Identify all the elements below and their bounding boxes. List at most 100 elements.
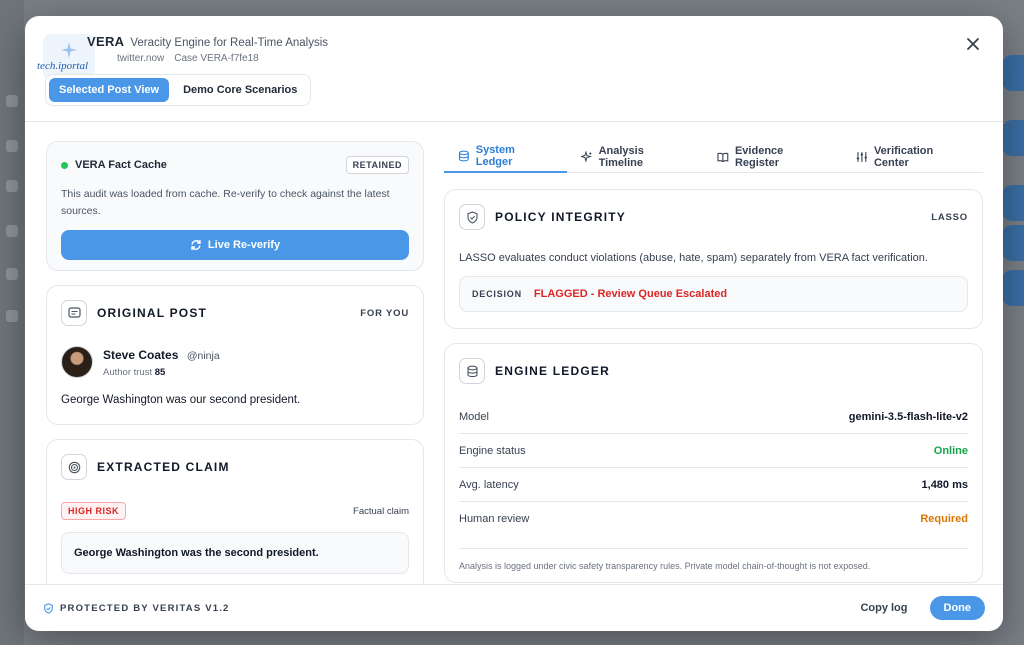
brand-name: VERA: [87, 34, 125, 49]
refresh-icon: [191, 239, 201, 251]
left-column: VERA Fact Cache RETAINED This audit was …: [46, 141, 424, 584]
ledger-row-engine-status: Engine status Online: [459, 434, 968, 468]
live-reverify-button[interactable]: Live Re-verify: [61, 230, 409, 260]
tab-label: Analysis Timeline: [598, 145, 644, 169]
decision-box: DECISION FLAGGED - Review Queue Escalate…: [459, 276, 968, 312]
tab-label: System Ledger: [475, 144, 515, 168]
database-icon: [458, 150, 469, 162]
right-column: System Ledger Analysis Timeline Evidence…: [444, 141, 983, 584]
view-toggle: Selected Post View Demo Core Scenarios: [45, 74, 312, 106]
policy-tag: LASSO: [931, 211, 968, 223]
case-id: Case VERA-f7fe18: [174, 53, 259, 64]
brand-line: VERA Veracity Engine for Real-Time Analy…: [87, 34, 328, 49]
close-icon: [967, 38, 979, 50]
ledger-value: Required: [920, 513, 968, 525]
cache-title-text: VERA Fact Cache: [75, 159, 167, 171]
protected-text: PROTECTED BY VERITAS V1.2: [60, 602, 230, 614]
engine-title: ENGINE LEDGER: [495, 364, 610, 378]
fact-cache-card: VERA Fact Cache RETAINED This audit was …: [46, 141, 424, 271]
post-text: George Washington was our second preside…: [61, 394, 301, 406]
tab-verification-center[interactable]: Verification Center: [842, 141, 983, 173]
tab-evidence-register[interactable]: Evidence Register: [703, 141, 842, 173]
tab-analysis-timeline[interactable]: Analysis Timeline: [567, 141, 703, 173]
risk-badge: HIGH RISK: [61, 502, 127, 520]
claim-text: George Washington was the second preside…: [61, 532, 409, 574]
ledger-key: Human review: [459, 513, 530, 525]
modal-header: tech.iportal VERA Veracity Engine for Re…: [25, 16, 1003, 122]
modal-body: VERA Fact Cache RETAINED This audit was …: [25, 123, 1003, 584]
original-post-title: ORIGINAL POST: [97, 306, 208, 320]
retained-badge: RETAINED: [345, 156, 409, 174]
author-handle[interactable]: @ninja: [187, 350, 220, 362]
ledger-key: Model: [459, 410, 489, 423]
book-open-icon: [717, 152, 729, 163]
tab-demo-core-scenarios[interactable]: Demo Core Scenarios: [173, 78, 307, 102]
ledger-rows: Model gemini-3.5-flash-lite-v2 Engine st…: [459, 400, 968, 536]
target-icon: [61, 454, 87, 480]
avatar[interactable]: [61, 346, 93, 378]
background-nav-icon: [6, 140, 18, 152]
ledger-row-human-review: Human review Required: [459, 502, 968, 536]
author-name[interactable]: Steve Coates: [103, 348, 178, 362]
engine-ledger-card: ENGINE LEDGER Model gemini-3.5-flash-lit…: [444, 343, 983, 583]
background-nav-icon: [6, 310, 18, 322]
copy-log-button[interactable]: Copy log: [852, 596, 915, 620]
cache-description: This audit was loaded from cache. Re-ver…: [61, 188, 390, 217]
background-nav-icon: [6, 268, 18, 280]
case-meta: twitter.now Case VERA-f7fe18: [117, 53, 259, 64]
ledger-tabs: System Ledger Analysis Timeline Evidence…: [444, 141, 983, 173]
ledger-value: Online: [933, 444, 968, 457]
policy-description: LASSO evaluates conduct violations (abus…: [459, 252, 928, 264]
background-action: [1002, 55, 1024, 91]
extracted-claim-card: EXTRACTED CLAIM HIGH RISK Factual claim …: [46, 439, 424, 584]
source-label: twitter.now: [117, 53, 165, 64]
ledger-row-latency: Avg. latency 1,480 ms: [459, 468, 968, 502]
background-action: [1002, 270, 1024, 306]
tab-label: Verification Center: [873, 145, 934, 169]
ledger-row-model: Model gemini-3.5-flash-lite-v2: [459, 400, 968, 434]
vera-modal: tech.iportal VERA Veracity Engine for Re…: [25, 16, 1003, 631]
background-nav-icon: [6, 180, 18, 192]
background-nav-icon: [6, 95, 18, 107]
author-trust: Author trust 85: [103, 367, 220, 378]
brand-subtitle: Veracity Engine for Real-Time Analysis: [130, 37, 329, 49]
cache-title: VERA Fact Cache: [61, 159, 167, 171]
tab-selected-post-view[interactable]: Selected Post View: [49, 78, 170, 102]
background-action: [1002, 185, 1024, 221]
policy-integrity-card: POLICY INTEGRITY LASSO LASSO evaluates c…: [444, 189, 983, 329]
tab-label: Evidence Register: [734, 145, 784, 169]
decision-label: DECISION: [472, 289, 522, 299]
sparkle-icon: [61, 42, 77, 58]
feed-tag: FOR YOU: [360, 307, 409, 319]
status-dot-icon: [61, 161, 68, 169]
author-trust-label: Author trust: [103, 367, 153, 378]
database-icon: [459, 358, 485, 384]
done-button[interactable]: Done: [929, 596, 985, 620]
background-action: [1002, 120, 1024, 156]
ledger-value: 1,480 ms: [921, 478, 968, 491]
ledger-value: gemini-3.5-flash-lite-v2: [848, 410, 968, 423]
extracted-claim-title: EXTRACTED CLAIM: [97, 460, 230, 474]
original-post-card: ORIGINAL POST FOR YOU Steve Coates @ninj…: [46, 285, 424, 425]
modal-footer: PROTECTED BY VERITAS V1.2 Copy log Done: [25, 584, 1003, 631]
tab-system-ledger[interactable]: System Ledger: [444, 141, 567, 173]
shield-check-icon: [44, 602, 53, 614]
watermark: tech.iportal: [37, 60, 89, 72]
background-sidebar: [0, 0, 24, 645]
close-button[interactable]: [963, 34, 983, 54]
decision-value: FLAGGED - Review Queue Escalated: [533, 288, 728, 300]
sparkle-icon: [580, 151, 592, 163]
policy-title: POLICY INTEGRITY: [495, 210, 626, 224]
claim-type: Factual claim: [353, 505, 409, 517]
background-nav-icon: [6, 225, 18, 237]
ledger-key: Engine status: [459, 444, 526, 457]
sliders-icon: [857, 152, 868, 162]
live-reverify-label: Live Re-verify: [207, 239, 281, 251]
background-action: [1002, 225, 1024, 261]
ledger-note: Analysis is logged under civic safety tr…: [459, 548, 968, 571]
post-author: Steve Coates @ninja Author trust 85: [61, 346, 409, 378]
message-icon: [61, 300, 87, 326]
author-trust-value: 85: [154, 367, 166, 378]
shield-icon: [459, 204, 485, 230]
ledger-key: Avg. latency: [459, 478, 519, 491]
